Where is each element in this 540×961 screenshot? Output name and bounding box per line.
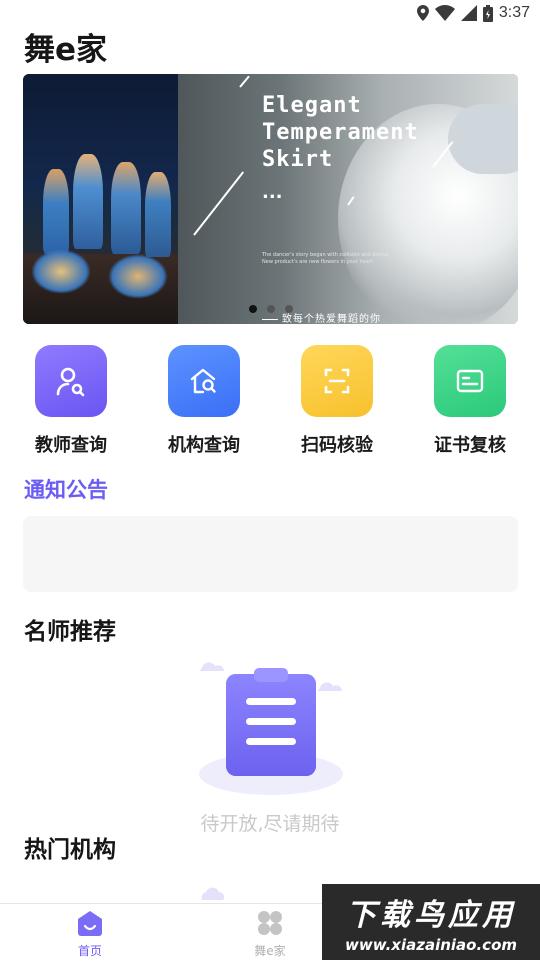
location-icon bbox=[416, 5, 429, 21]
banner-headline: Elegant Temperament Skirt bbox=[262, 92, 419, 173]
institution-search-icon bbox=[190, 368, 216, 394]
banner-indicator-dot[interactable] bbox=[267, 305, 275, 313]
home-icon bbox=[78, 911, 102, 936]
banner-headline-line: Skirt bbox=[262, 147, 334, 172]
cloud-decoration-icon bbox=[201, 887, 224, 900]
banner-caption: 致每个热爱舞蹈的你 bbox=[262, 310, 381, 324]
notice-box[interactable] bbox=[23, 516, 518, 592]
watermark-url: www.xiazainiao.com bbox=[344, 936, 518, 954]
tab-label: 舞e家 bbox=[254, 944, 286, 958]
banner-carousel[interactable]: Elegant Temperament Skirt ... The dancer… bbox=[23, 74, 518, 324]
banner-indicator-dot[interactable] bbox=[285, 305, 293, 313]
scan-code-icon-tile bbox=[301, 345, 373, 417]
quick-action-label: 机构查询 bbox=[168, 435, 240, 456]
certificate-review-button[interactable]: 证书复核 bbox=[410, 345, 530, 457]
teacher-search-button[interactable]: 教师查询 bbox=[11, 345, 131, 457]
banner-ellipsis: ... bbox=[262, 182, 283, 203]
certificate-icon bbox=[456, 369, 484, 393]
clipboard-icon bbox=[199, 662, 343, 795]
teachers-section-title: 名师推荐 bbox=[24, 619, 116, 645]
institutions-section-title: 热门机构 bbox=[24, 837, 116, 863]
grid-icon bbox=[258, 911, 282, 935]
notice-title: 通知公告 bbox=[24, 478, 108, 502]
certificate-icon-tile bbox=[434, 345, 506, 417]
banner-headline-line: Elegant bbox=[262, 93, 362, 118]
battery-icon bbox=[482, 4, 493, 22]
banner-small-text: The dancer's story began with collision … bbox=[262, 252, 391, 265]
teacher-search-icon bbox=[56, 367, 85, 397]
signal-icon bbox=[460, 5, 477, 21]
status-time: 3:37 bbox=[498, 4, 530, 21]
institution-search-icon-tile bbox=[168, 345, 240, 417]
banner-headline-line: Temperament bbox=[262, 120, 419, 145]
banner-tutu-photo: Elegant Temperament Skirt ... The dancer… bbox=[178, 74, 518, 324]
banner-indicator-dot[interactable] bbox=[249, 305, 257, 313]
teacher-search-icon-tile bbox=[35, 345, 107, 417]
empty-state-illustration bbox=[170, 650, 370, 830]
watermark-logo: 下载鸟应用 www.xiazainiao.com bbox=[322, 884, 540, 960]
quick-actions: 教师查询 机构查询 扫码核验 证书复核 bbox=[0, 345, 540, 460]
status-icons: 3:37 bbox=[416, 4, 530, 22]
tab-wu-e-jia[interactable]: 舞e家 bbox=[220, 910, 320, 959]
wifi-icon bbox=[434, 5, 455, 21]
tab-home[interactable]: 首页 bbox=[40, 910, 140, 959]
institution-search-button[interactable]: 机构查询 bbox=[144, 345, 264, 457]
banner-dance-photo bbox=[23, 74, 178, 324]
scan-code-button[interactable]: 扫码核验 bbox=[277, 345, 397, 457]
watermark-title: 下载鸟应用 bbox=[346, 898, 516, 933]
app-title: 舞e家 bbox=[24, 32, 108, 68]
quick-action-label: 教师查询 bbox=[35, 435, 107, 456]
quick-action-label: 证书复核 bbox=[434, 435, 506, 456]
tab-label: 首页 bbox=[77, 944, 102, 958]
quick-action-label: 扫码核验 bbox=[301, 435, 373, 456]
scan-code-icon bbox=[324, 368, 350, 394]
